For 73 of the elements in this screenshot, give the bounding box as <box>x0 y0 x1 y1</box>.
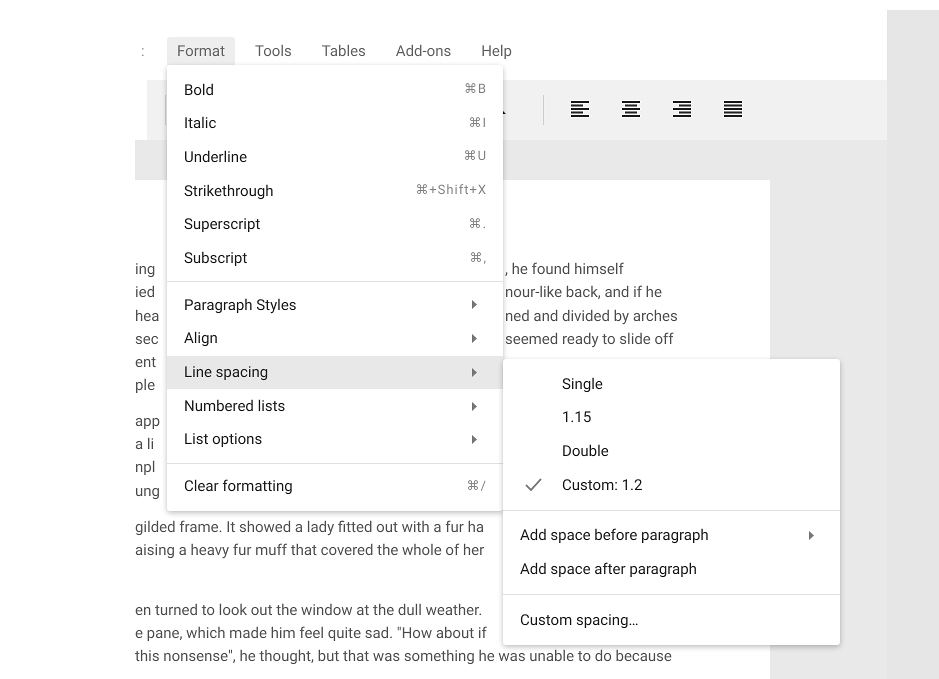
text-line: , he found himself <box>505 259 624 280</box>
menu-option[interactable]: Underline ⌘U <box>167 140 503 174</box>
shortcut-text: ⌘, <box>469 250 487 268</box>
menu-option[interactable]: Align <box>167 322 503 356</box>
option-label: Align <box>184 328 218 350</box>
text-line: ple <box>135 376 156 394</box>
option-label: Paragraph Styles <box>184 294 297 316</box>
option-label: Add space after paragraph <box>520 559 697 580</box>
option-label: Underline <box>184 146 248 168</box>
align-center-icon[interactable] <box>622 101 640 117</box>
option-label: Add space before paragraph <box>520 525 709 546</box>
menu-option[interactable]: Add space after paragraph <box>503 552 840 586</box>
shortcut-text: ⌘I <box>468 114 487 133</box>
menu-option[interactable]: Strikethrough ⌘+Shift+X <box>167 174 503 208</box>
option-label: Custom: 1.2 <box>562 474 642 496</box>
menu-option[interactable]: List options <box>167 422 503 457</box>
text-line: seemed ready to slide off <box>505 328 674 350</box>
option-label: 1.15 <box>562 407 592 428</box>
option-label: Italic <box>184 113 216 134</box>
menu-item[interactable]: Format <box>167 37 235 65</box>
option-label: Line spacing <box>184 362 268 384</box>
option-label: Clear formatting <box>184 476 293 498</box>
menu-option[interactable]: Clear formatting ⌘/ <box>167 470 503 504</box>
text-line: this nonsense", he thought, but that was something he was unable to do because <box>135 647 672 666</box>
option-label: Bold <box>184 80 214 101</box>
shortcut-text: ⌘B <box>464 81 487 100</box>
text-line: e pane, which made him feel quite sad. "How about if <box>135 624 487 642</box>
shortcut-text: ⌘/ <box>466 478 487 496</box>
text-line: app <box>135 412 160 430</box>
text-line: ing <box>135 260 156 278</box>
text-line: ned and divided by arches <box>505 306 678 327</box>
align-justify-icon[interactable] <box>724 101 742 117</box>
align-left-icon[interactable] <box>571 101 589 117</box>
option-label: Superscript <box>184 214 260 236</box>
text-line: hea <box>135 306 160 325</box>
text-line: a li <box>135 435 154 454</box>
align-right-icon[interactable] <box>673 101 691 117</box>
menu-option[interactable]: Line spacing <box>167 356 503 390</box>
menu-option[interactable]: Add space before paragraph <box>503 518 840 552</box>
option-label: List options <box>184 429 262 450</box>
text-line: ung <box>135 482 160 500</box>
menu-option[interactable]: 1.15 <box>503 400 840 434</box>
menu-option[interactable]: Italic ⌘I <box>167 106 503 140</box>
menu-option[interactable]: Paragraph Styles <box>167 288 503 322</box>
menu-option[interactable]: Numbered lists <box>167 389 503 423</box>
text-line: nour-like back, and if he <box>505 282 662 304</box>
text-line: ied <box>135 283 156 302</box>
option-label: Numbered lists <box>184 396 286 417</box>
menu-option[interactable]: Superscript ⌘. <box>167 208 503 242</box>
shortcut-text: ⌘U <box>464 148 487 166</box>
text-line: npl <box>135 458 156 476</box>
text-line: gilded frame. It showed a lady fitted out with a fur ha <box>135 518 484 536</box>
menu-option[interactable]: Bold ⌘B <box>167 73 503 107</box>
menu-option[interactable]: Double <box>503 434 840 468</box>
menu-option[interactable]: Single <box>503 367 840 401</box>
menu-option[interactable]: Custom spacing… <box>503 603 840 637</box>
option-label: Strikethrough <box>184 180 274 202</box>
text-line: ent <box>135 353 156 372</box>
menu-item[interactable]: Help <box>471 37 522 65</box>
menu-item[interactable]: Tables <box>312 37 376 65</box>
text-line: sec <box>135 330 159 348</box>
text-line: en turned to look out the window at the dull weather. <box>135 600 482 619</box>
menu-item[interactable]: Tools <box>245 37 302 65</box>
menu-option[interactable]: Custom: 1.2 <box>503 468 840 502</box>
shortcut-text: ⌘+Shift+X <box>415 182 487 200</box>
text-line: aising a heavy fur muff that covered the whole of her <box>135 541 484 560</box>
option-label: Double <box>562 440 609 462</box>
option-label: Single <box>562 374 603 395</box>
menu-option[interactable]: Subscript ⌘, <box>167 241 503 276</box>
option-label: Subscript <box>184 248 248 270</box>
shortcut-text: ⌘. <box>468 216 487 234</box>
option-label: Custom spacing… <box>520 610 639 631</box>
menu-item[interactable]: Add-ons <box>386 37 462 65</box>
